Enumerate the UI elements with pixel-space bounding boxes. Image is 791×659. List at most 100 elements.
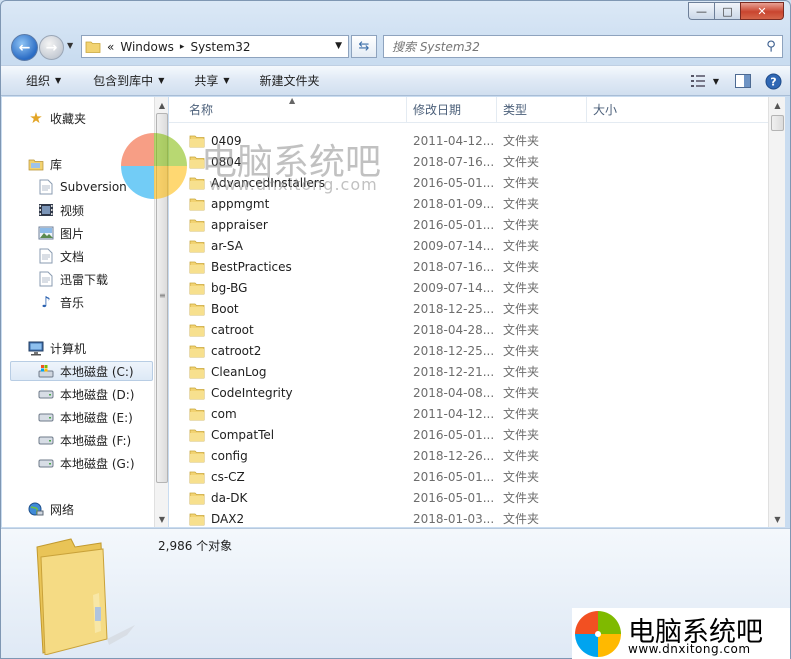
table-row[interactable]: ar-SA 2009-07-14... 文件夹 [169, 235, 768, 256]
file-name-cell[interactable]: AdvancedInstallers [169, 176, 407, 190]
column-date[interactable]: 修改日期 [407, 97, 497, 123]
crumb-windows[interactable]: Windows [120, 40, 174, 54]
table-row[interactable]: cs-CZ 2016-05-01... 文件夹 [169, 466, 768, 487]
new-folder-button[interactable]: 新建文件夹 [242, 72, 332, 89]
table-row[interactable]: AdvancedInstallers 2016-05-01... 文件夹 [169, 172, 768, 193]
search-input[interactable] [384, 36, 760, 57]
file-date: 2018-07-16... [413, 154, 495, 169]
maximize-button[interactable]: □ [714, 2, 740, 20]
nav-drive-g[interactable]: 本地磁盘 (G:) [38, 453, 154, 473]
scroll-up-arrow[interactable]: ▲ [769, 99, 786, 113]
address-bar[interactable]: « Windows ▸ System32 ▼ [81, 35, 349, 58]
table-row[interactable]: BestPractices 2018-07-16... 文件夹 [169, 256, 768, 277]
file-name-cell[interactable]: com [169, 407, 407, 421]
scrollbar-thumb[interactable] [771, 115, 784, 131]
search-icon[interactable]: ⚲ [760, 39, 782, 54]
table-row[interactable]: CompatTel 2016-05-01... 文件夹 [169, 424, 768, 445]
file-type: 文件夹 [503, 134, 540, 148]
minimize-button[interactable]: — [688, 2, 714, 20]
chevron-down-icon: ▼ [223, 76, 230, 85]
nav-drive-d[interactable]: 本地磁盘 (D:) [38, 384, 154, 404]
file-name-cell[interactable]: 0409 [169, 134, 407, 148]
file-name-cell[interactable]: 0804 [169, 155, 407, 169]
star-icon: ★ [29, 109, 43, 127]
nav-computer[interactable]: 计算机 [28, 338, 154, 358]
organize-menu[interactable]: 组织 ▼ [1, 72, 73, 89]
table-row[interactable]: 0804 2018-07-16... 文件夹 [169, 151, 768, 172]
table-row[interactable]: DAX2 2018-01-03... 文件夹 [169, 508, 768, 527]
new-folder-label: 新建文件夹 [259, 74, 320, 88]
table-row[interactable]: 0409 2011-04-12... 文件夹 [169, 130, 768, 151]
view-options-button[interactable]: ▼ [686, 71, 724, 91]
help-button[interactable]: ? [762, 71, 784, 91]
file-name-cell[interactable]: appraiser [169, 218, 407, 232]
include-in-library-menu[interactable]: 包含到库中 ▼ [73, 72, 176, 89]
nav-lib-pictures-label: 图片 [60, 226, 85, 241]
file-name-cell[interactable]: catroot [169, 323, 407, 337]
table-row[interactable]: CodeIntegrity 2018-04-08... 文件夹 [169, 382, 768, 403]
table-row[interactable]: appraiser 2016-05-01... 文件夹 [169, 214, 768, 235]
folder-icon [189, 450, 205, 462]
nav-lib-pictures[interactable]: 图片 [38, 223, 154, 243]
close-button[interactable]: ✕ [740, 2, 784, 20]
file-name-cell[interactable]: catroot2 [169, 344, 407, 358]
file-name-cell[interactable]: CodeIntegrity [169, 386, 407, 400]
forward-button[interactable]: → [39, 35, 64, 60]
table-row[interactable]: com 2011-04-12... 文件夹 [169, 403, 768, 424]
table-row[interactable]: Boot 2018-12-25... 文件夹 [169, 298, 768, 319]
nav-drive-c[interactable]: 本地磁盘 (C:) [10, 361, 153, 381]
file-name-cell[interactable]: CompatTel [169, 428, 407, 442]
table-row[interactable]: catroot2 2018-12-25... 文件夹 [169, 340, 768, 361]
file-name: catroot [211, 322, 254, 337]
preview-pane-button[interactable] [732, 71, 754, 91]
file-name-cell[interactable]: bg-BG [169, 281, 407, 295]
table-row[interactable]: bg-BG 2009-07-14... 文件夹 [169, 277, 768, 298]
table-row[interactable]: appmgmt 2018-01-09... 文件夹 [169, 193, 768, 214]
nav-lib-documents[interactable]: 文档 [38, 246, 154, 266]
nav-libraries[interactable]: 库 [28, 154, 154, 174]
table-row[interactable]: da-DK 2016-05-01... 文件夹 [169, 487, 768, 508]
file-name-cell[interactable]: da-DK [169, 491, 407, 505]
nav-lib-videos[interactable]: 视频 [38, 200, 154, 220]
column-type[interactable]: 类型 [497, 97, 587, 123]
table-row[interactable]: catroot 2018-04-28... 文件夹 [169, 319, 768, 340]
nav-network[interactable]: 网络 [28, 499, 154, 519]
table-row[interactable]: config 2018-12-26... 文件夹 [169, 445, 768, 466]
share-menu[interactable]: 共享 ▼ [176, 72, 241, 89]
nav-pane-scrollbar[interactable]: ▲ ≡ ▼ [154, 97, 168, 527]
column-size[interactable]: 大小 [587, 97, 677, 123]
scroll-up-arrow[interactable]: ▲ [155, 99, 169, 113]
recent-pages-dropdown[interactable]: ▼ [67, 41, 73, 50]
chevron-down-icon[interactable]: ▼ [335, 41, 342, 51]
refresh-button[interactable]: ⇆ [351, 35, 377, 58]
file-name-cell[interactable]: ar-SA [169, 239, 407, 253]
crumb-separator[interactable]: ▸ [180, 42, 185, 52]
file-name-cell[interactable]: Boot [169, 302, 407, 316]
scroll-down-arrow[interactable]: ▼ [155, 513, 169, 527]
file-list-scrollbar[interactable]: ▲ ▼ [768, 97, 785, 527]
nav-drive-e[interactable]: 本地磁盘 (E:) [38, 407, 154, 427]
nav-lib-music[interactable]: ♪ 音乐 [38, 292, 154, 312]
scrollbar-thumb[interactable]: ≡ [156, 113, 168, 483]
file-name-cell[interactable]: CleanLog [169, 365, 407, 379]
file-name-cell[interactable]: appmgmt [169, 197, 407, 211]
nav-lib-subversion[interactable]: Subversion [38, 177, 154, 197]
address-overflow[interactable]: « [107, 40, 114, 54]
file-name-cell[interactable]: DAX2 [169, 512, 407, 526]
file-name-cell[interactable]: cs-CZ [169, 470, 407, 484]
folder-icon [189, 282, 205, 294]
nav-favorites[interactable]: ★ 收藏夹 [28, 108, 154, 128]
column-size-label: 大小 [593, 103, 618, 117]
table-row[interactable]: CleanLog 2018-12-21... 文件夹 [169, 361, 768, 382]
scroll-down-arrow[interactable]: ▼ [769, 513, 786, 527]
file-name-cell[interactable]: config [169, 449, 407, 463]
nav-drive-f[interactable]: 本地磁盘 (F:) [38, 430, 154, 450]
column-name[interactable]: ▲ 名称 [169, 97, 407, 123]
folder-icon [189, 219, 205, 231]
file-name-cell[interactable]: BestPractices [169, 260, 407, 274]
back-button[interactable]: ← [11, 34, 38, 61]
computer-icon [28, 340, 44, 356]
grip-icon: ≡ [159, 291, 166, 300]
nav-lib-thunder-downloads[interactable]: 迅雷下载 [38, 269, 154, 289]
crumb-system32[interactable]: System32 [190, 40, 250, 54]
